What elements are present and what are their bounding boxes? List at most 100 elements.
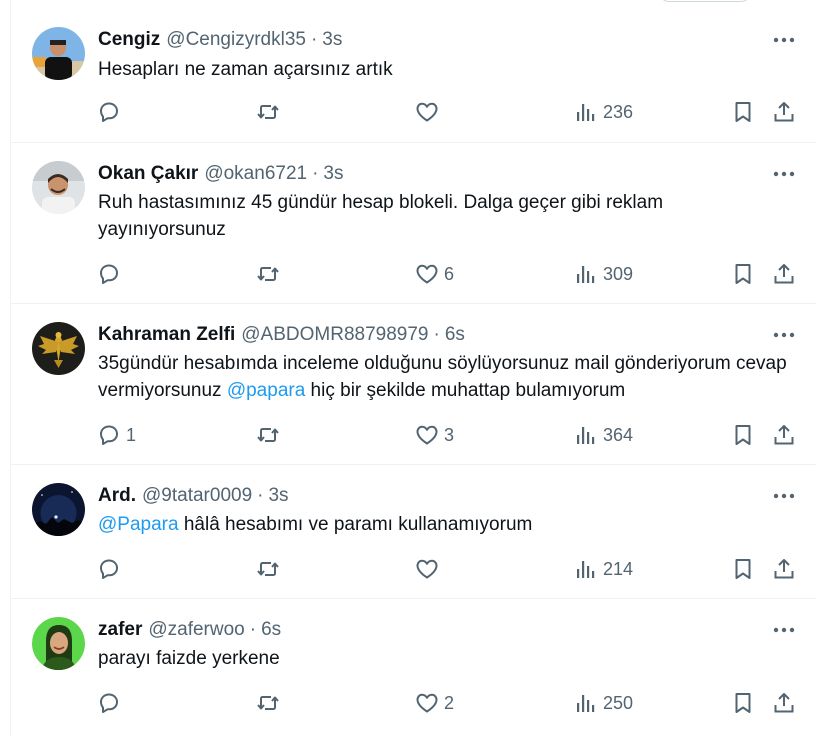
bookmark-button[interactable] <box>731 690 755 716</box>
share-icon <box>774 264 794 284</box>
tweet-text: parayı faizde yerkene <box>98 648 280 669</box>
views-icon <box>577 104 595 121</box>
author-handle[interactable]: @Cengizyrdkl35 <box>166 28 306 52</box>
reply-icon <box>100 559 118 579</box>
reply-button[interactable] <box>97 690 126 716</box>
views-icon <box>577 427 595 444</box>
avatar[interactable] <box>32 322 85 375</box>
retweet-button[interactable] <box>256 422 285 448</box>
views-count: 236 <box>603 101 634 122</box>
retweet-button[interactable] <box>256 690 285 716</box>
avatar[interactable] <box>32 161 85 214</box>
bookmark-icon <box>735 264 751 284</box>
separator-dot: · <box>312 163 319 184</box>
more-options-button[interactable] <box>769 618 799 642</box>
share-button[interactable] <box>772 422 796 448</box>
reply-icon <box>100 264 118 284</box>
reply-icon <box>100 102 118 122</box>
views-button[interactable]: 309 <box>574 261 633 287</box>
like-button[interactable]: 3 <box>415 422 454 448</box>
tweet-2[interactable]: Okan Çakır @okan6721 · 3s Ruh hastasımın… <box>11 143 816 304</box>
like-count: 2 <box>444 692 455 713</box>
author-name[interactable]: Okan Çakır <box>98 162 198 186</box>
more-options-button[interactable] <box>769 28 799 52</box>
reply-button[interactable] <box>97 261 126 287</box>
avatar[interactable] <box>32 617 85 670</box>
author-handle[interactable]: @zaferwoo <box>148 618 244 642</box>
views-button[interactable]: 250 <box>574 690 633 716</box>
bookmark-icon <box>735 425 751 445</box>
retweet-button[interactable] <box>256 261 285 287</box>
like-icon <box>416 264 438 284</box>
views-button[interactable]: 364 <box>574 422 633 448</box>
timestamp[interactable]: 3s <box>323 162 343 186</box>
more-options-button[interactable] <box>769 162 799 186</box>
reply-button[interactable]: 1 <box>97 422 136 448</box>
views-button[interactable]: 236 <box>574 99 633 125</box>
more-icon <box>773 37 795 43</box>
reply-button[interactable] <box>97 556 126 582</box>
bookmark-button[interactable] <box>731 99 755 125</box>
like-count: 3 <box>444 424 455 445</box>
like-button[interactable] <box>415 556 444 582</box>
tweet-text-end: hiç bir şekilde muhattap bulamıyorum <box>305 380 626 401</box>
reply-button[interactable] <box>97 99 126 125</box>
retweet-button[interactable] <box>256 556 285 582</box>
mention-link[interactable]: @papara <box>227 380 305 401</box>
author-name[interactable]: Kahraman Zelfi <box>98 323 235 347</box>
like-button[interactable]: 2 <box>415 690 454 716</box>
more-options-button[interactable] <box>769 323 799 347</box>
more-options-button[interactable] <box>769 484 799 508</box>
timestamp[interactable]: 3s <box>268 484 288 508</box>
mention-link[interactable]: @Papara <box>98 514 179 535</box>
tweet-header: Okan Çakır @okan6721 · 3s <box>98 162 344 186</box>
like-button[interactable]: 6 <box>415 261 454 287</box>
share-button[interactable] <box>772 261 796 287</box>
author-name[interactable]: Cengiz <box>98 28 160 52</box>
tweet-text: 35gündür hesabımda inceleme olduğunu söy… <box>98 350 798 404</box>
more-icon <box>773 627 795 633</box>
share-button[interactable] <box>772 556 796 582</box>
timestamp[interactable]: 6s <box>445 323 465 347</box>
retweet-button[interactable] <box>256 99 285 125</box>
bookmark-button[interactable] <box>731 261 755 287</box>
share-button[interactable] <box>772 690 796 716</box>
bookmark-icon <box>735 102 751 122</box>
tweet-5[interactable]: zafer @zaferwoo · 6s parayı faizde yerke… <box>11 599 816 737</box>
tweet-header: Cengiz @Cengizyrdkl35 · 3s <box>98 28 342 52</box>
reply-icon <box>100 425 118 445</box>
reply-icon <box>100 693 118 713</box>
tweet-header: Ard. @9tatar0009 · 3s <box>98 484 289 508</box>
author-handle[interactable]: @9tatar0009 <box>142 484 252 508</box>
author-name[interactable]: Ard. <box>98 484 136 508</box>
bookmark-button[interactable] <box>731 556 755 582</box>
views-icon <box>577 695 595 712</box>
tweet-header: Kahraman Zelfi @ABDOMR88798979 · 6s <box>98 323 465 347</box>
separator-dot: · <box>310 29 318 50</box>
tweet-text: @Papara hâlâ hesabımı ve paramı kullanam… <box>98 511 798 538</box>
more-icon <box>773 493 795 499</box>
tweet-header: zafer @zaferwoo · 6s <box>98 618 281 642</box>
avatar[interactable] <box>32 483 85 536</box>
share-icon <box>774 425 794 445</box>
timestamp[interactable]: 3s <box>322 28 342 52</box>
views-button[interactable]: 214 <box>574 556 633 582</box>
share-button[interactable] <box>772 99 796 125</box>
timestamp[interactable]: 6s <box>261 618 281 642</box>
avatar[interactable] <box>32 27 85 80</box>
tweet-1[interactable]: Cengiz @Cengizyrdkl35 · 3s Hesapları ne … <box>11 0 816 143</box>
like-count: 6 <box>444 263 455 284</box>
like-button[interactable] <box>415 99 444 125</box>
author-name[interactable]: zafer <box>98 618 142 642</box>
views-count: 309 <box>603 263 634 284</box>
reply-count: 1 <box>126 424 137 445</box>
author-handle[interactable]: @okan6721 <box>204 162 307 186</box>
bookmark-icon <box>735 693 751 713</box>
bookmark-button[interactable] <box>731 422 755 448</box>
retweet-icon <box>257 267 279 281</box>
tweet-text: Ruh hastasımınız 45 gündür hesap blokeli… <box>98 192 664 240</box>
share-icon <box>774 559 794 579</box>
tweet-3[interactable]: Kahraman Zelfi @ABDOMR88798979 · 6s 35gü… <box>11 304 816 465</box>
tweet-4[interactable]: Ard. @9tatar0009 · 3s @Papara hâlâ hesab… <box>11 465 816 599</box>
author-handle[interactable]: @ABDOMR88798979 <box>241 323 428 347</box>
